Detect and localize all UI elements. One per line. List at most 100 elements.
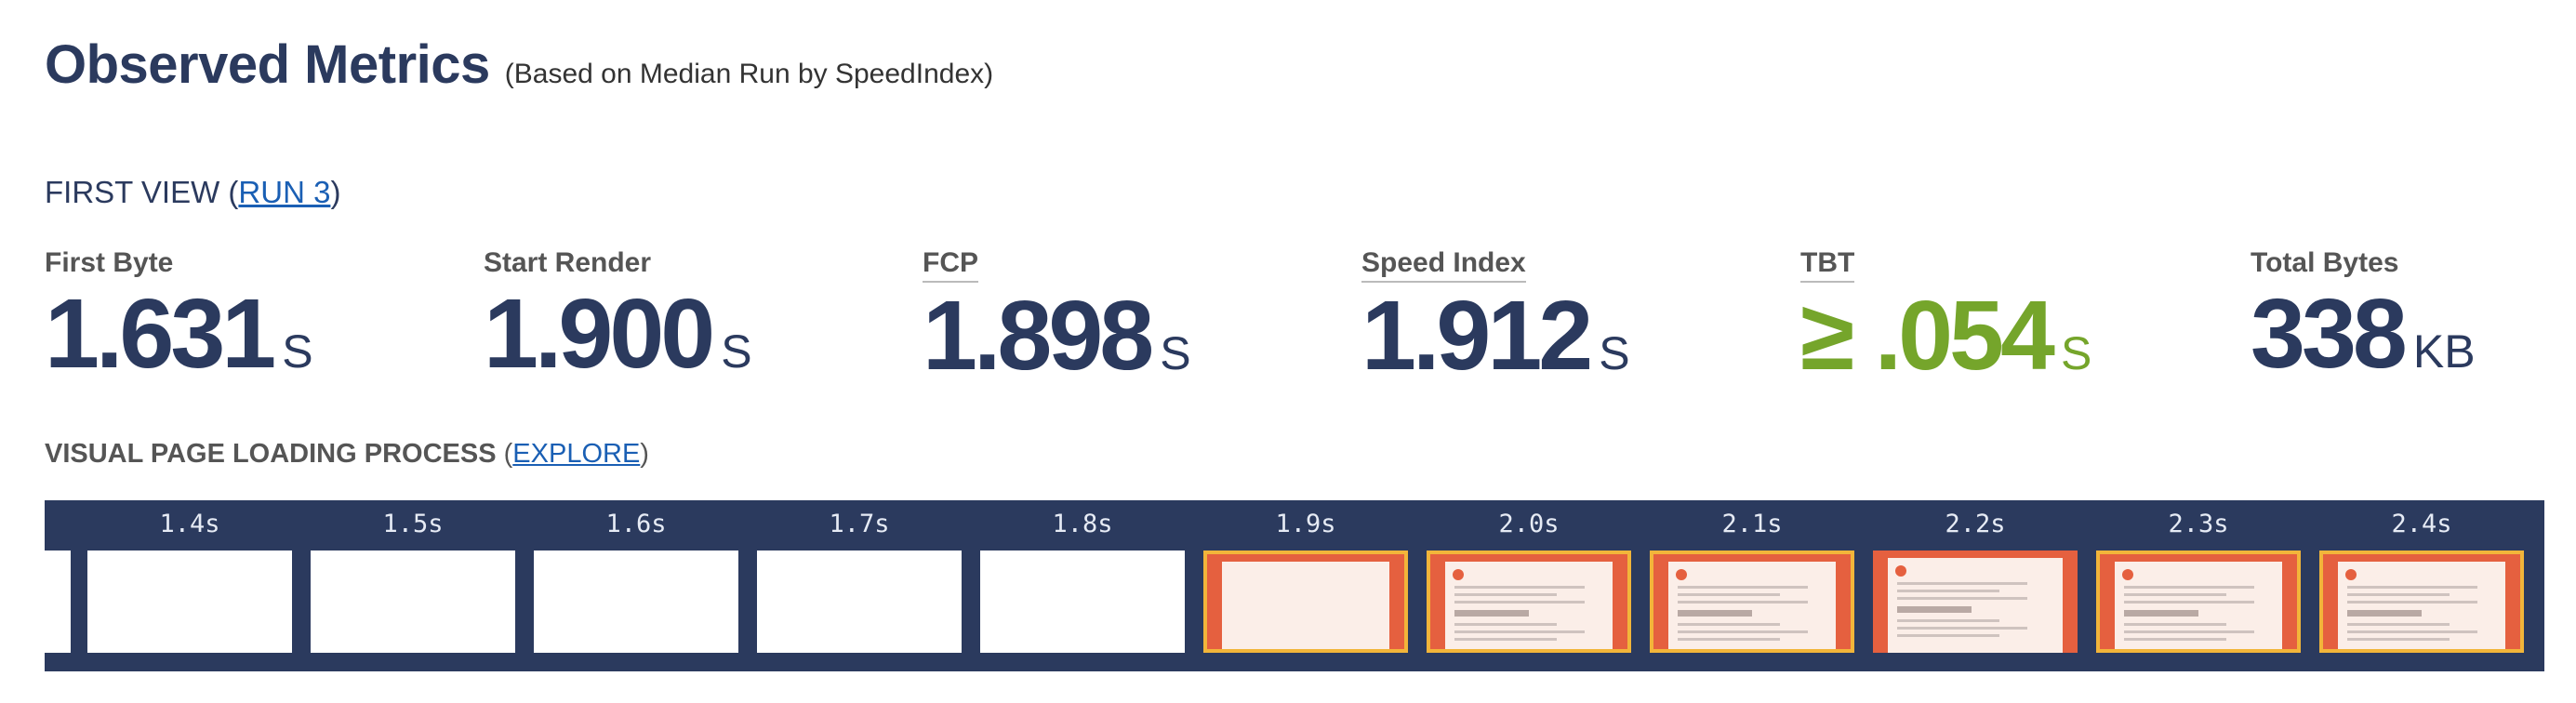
- frame-thumbnail[interactable]: [87, 550, 292, 653]
- metric-unit: S: [282, 325, 313, 378]
- frame-thumbnail[interactable]: [1427, 550, 1631, 653]
- thumbnail-text-line: [1454, 638, 1557, 641]
- run-3-link[interactable]: RUN 3: [238, 175, 330, 209]
- frame-time-label: 2.0s: [1498, 510, 1560, 538]
- filmstrip-frame[interactable]: 2.2s: [1869, 500, 2081, 671]
- thumbnail-page-sheet: [2115, 562, 2282, 649]
- first-view-prefix: FIRST VIEW (: [45, 175, 239, 209]
- metric-unit: S: [2060, 327, 2092, 379]
- filmstrip-frame[interactable]: 2.4s: [2316, 500, 2528, 671]
- frame-time-label: 1.6s: [605, 510, 667, 538]
- thumbnail-page-sheet: [1222, 562, 1389, 649]
- filmstrip-frame[interactable]: 1.5s: [307, 500, 519, 671]
- frame-time-label: 1.5s: [382, 510, 444, 538]
- thumbnail-text-line: [1678, 623, 1780, 626]
- title-row: Observed Metrics (Based on Median Run by…: [45, 33, 993, 96]
- frame-thumbnail[interactable]: [534, 550, 738, 653]
- first-view-suffix: ): [330, 175, 341, 209]
- thumbnail-text-line: [2347, 638, 2450, 641]
- thumbnail-heading: [1678, 610, 1752, 617]
- metric-label[interactable]: TBT: [1800, 247, 1855, 283]
- frame-thumbnail[interactable]: [2319, 550, 2524, 653]
- metric-label[interactable]: FCP: [923, 247, 978, 283]
- explore-link[interactable]: EXPLORE: [512, 439, 640, 469]
- thumbnail-text-line: [1897, 619, 1999, 622]
- thumbnail-text-line: [1454, 601, 1585, 604]
- thumbnail-text-line: [1678, 593, 1780, 596]
- filmstrip-frame[interactable]: 1.9s: [1200, 500, 1412, 671]
- thumbnail-text-line: [1897, 634, 1999, 637]
- thumbnail-text-line: [2347, 601, 2477, 604]
- metrics-row: First Byte 1.631 S Start Render 1.900 S …: [45, 247, 2556, 396]
- thumbnail-text-line: [1454, 623, 1557, 626]
- frame-time-label: 2.2s: [1945, 510, 2006, 538]
- thumbnail-text-line: [1897, 582, 2027, 585]
- metric-value: 338: [2251, 279, 2408, 389]
- page-title: Observed Metrics: [45, 34, 490, 95]
- frame-thumbnail[interactable]: [311, 550, 515, 653]
- metric-tbt[interactable]: TBT ≥ .054 S: [1800, 247, 2091, 385]
- thumbnail-text-line: [1897, 627, 2027, 630]
- frame-time-label: 1.4s: [159, 510, 220, 538]
- thumbnail-text-line: [1678, 630, 1808, 633]
- thumbnail-text-line: [2124, 623, 2226, 626]
- filmstrip-frame[interactable]: 1.8s: [976, 500, 1188, 671]
- filmstrip-frame[interactable]: 1.6s: [530, 500, 742, 671]
- metric-value: 1.631: [45, 279, 276, 389]
- filmstrip-frame[interactable]: 1.4s: [84, 500, 296, 671]
- thumbnail-text-line: [1678, 586, 1808, 589]
- filmstrip-frame[interactable]: 1.7s: [753, 500, 965, 671]
- frame-time-label: 2.3s: [2168, 510, 2229, 538]
- thumbnail-text-line: [2124, 586, 2254, 589]
- page-subtitle: (Based on Median Run by SpeedIndex): [504, 59, 994, 89]
- frame-thumbnail[interactable]: [2096, 550, 2301, 653]
- metric-label: Start Render: [484, 247, 652, 278]
- thumbnail-text-line: [1678, 601, 1808, 604]
- metric-label[interactable]: Speed Index: [1361, 247, 1526, 283]
- frame-thumbnail[interactable]: [1203, 550, 1408, 653]
- open-paren: (: [503, 439, 513, 469]
- thumbnail-page-sheet: [1668, 562, 1836, 649]
- thumbnail-text-line: [1454, 593, 1557, 596]
- metric-label: First Byte: [45, 247, 174, 278]
- first-view-heading: FIRST VIEW (RUN 3): [45, 175, 340, 210]
- thumbnail-logo-icon: [2122, 569, 2133, 580]
- filmstrip-frame[interactable]: 2.1s: [1646, 500, 1858, 671]
- filmstrip-frame[interactable]: 2.0s: [1423, 500, 1635, 671]
- thumbnail-text-line: [1454, 630, 1585, 633]
- frame-thumbnail[interactable]: [1873, 550, 2078, 653]
- filmstrip-partial-frame: [45, 550, 71, 653]
- metric-value: ≥ .054: [1800, 281, 2055, 391]
- metric-label: Total Bytes: [2251, 247, 2399, 278]
- metric-first-byte: First Byte 1.631 S: [45, 247, 313, 383]
- frame-time-label: 1.9s: [1275, 510, 1336, 538]
- close-paren: ): [640, 439, 649, 469]
- thumbnail-text-line: [2347, 630, 2477, 633]
- filmstrip[interactable]: 1.4s 1.5s 1.6s 1.7s 1.8s 1.9s 2.0s 2.1s 2.2s 2.3s…: [45, 500, 2544, 671]
- thumbnail-text-line: [2124, 638, 2226, 641]
- thumbnail-logo-icon: [1676, 569, 1687, 580]
- thumbnail-logo-icon: [1895, 565, 1906, 577]
- thumbnail-text-line: [2347, 623, 2450, 626]
- frame-thumbnail[interactable]: [980, 550, 1185, 653]
- thumbnail-heading: [2347, 610, 2422, 617]
- metric-value: 1.900: [484, 279, 715, 389]
- thumbnail-text-line: [1678, 638, 1780, 641]
- thumbnail-page-sheet: [1888, 558, 2063, 653]
- metric-unit: KB: [2412, 325, 2476, 378]
- metric-speed-index[interactable]: Speed Index 1.912 S: [1361, 247, 1630, 385]
- thumbnail-logo-icon: [2345, 569, 2357, 580]
- frame-time-label: 2.1s: [1721, 510, 1783, 538]
- thumbnail-text-line: [2347, 593, 2450, 596]
- filmstrip-frame[interactable]: 2.3s: [2092, 500, 2304, 671]
- metric-fcp[interactable]: FCP 1.898 S: [923, 247, 1191, 385]
- frame-thumbnail[interactable]: [757, 550, 962, 653]
- thumbnail-text-line: [1897, 597, 2027, 600]
- frame-thumbnail[interactable]: [1650, 550, 1854, 653]
- metric-value: 1.898: [923, 281, 1154, 391]
- metric-start-render: Start Render 1.900 S: [484, 247, 752, 383]
- thumbnail-text-line: [1454, 586, 1585, 589]
- visual-loading-label: VISUAL PAGE LOADING PROCESS: [45, 439, 497, 469]
- visual-loading-heading: VISUAL PAGE LOADING PROCESS (EXPLORE): [45, 439, 649, 470]
- thumbnail-logo-icon: [1453, 569, 1464, 580]
